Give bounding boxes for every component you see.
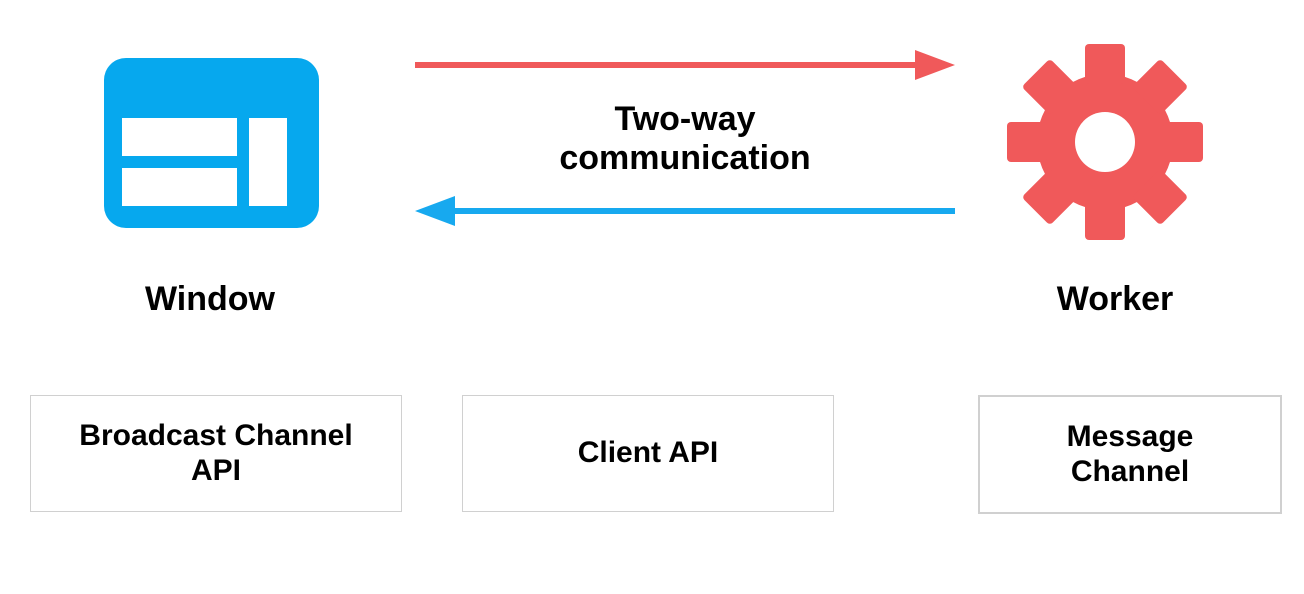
communication-label-line2: communication <box>559 139 810 177</box>
window-label: Window <box>110 280 310 319</box>
api-box-label: Client API <box>578 436 719 471</box>
api-box-broadcast-channel: Broadcast Channel API <box>30 395 402 512</box>
api-box-label: Message <box>1067 420 1194 453</box>
worker-label: Worker <box>1020 280 1210 319</box>
api-box-message-channel: Message Channel <box>978 395 1282 514</box>
window-icon <box>104 58 319 228</box>
communication-label-line1: Two-way <box>614 100 755 138</box>
window-icon-panel <box>122 118 237 156</box>
api-box-label: Broadcast Channel <box>79 419 352 452</box>
api-box-client-api: Client API <box>462 395 834 512</box>
gear-icon <box>1005 42 1205 242</box>
window-icon-panel <box>122 168 237 206</box>
api-box-label: API <box>191 454 241 487</box>
api-box-label: Channel <box>1071 455 1189 488</box>
window-icon-panel <box>249 118 287 206</box>
arrow-left-icon <box>415 196 955 226</box>
arrow-right-icon <box>415 50 955 80</box>
communication-label: Two-way communication <box>500 100 870 178</box>
